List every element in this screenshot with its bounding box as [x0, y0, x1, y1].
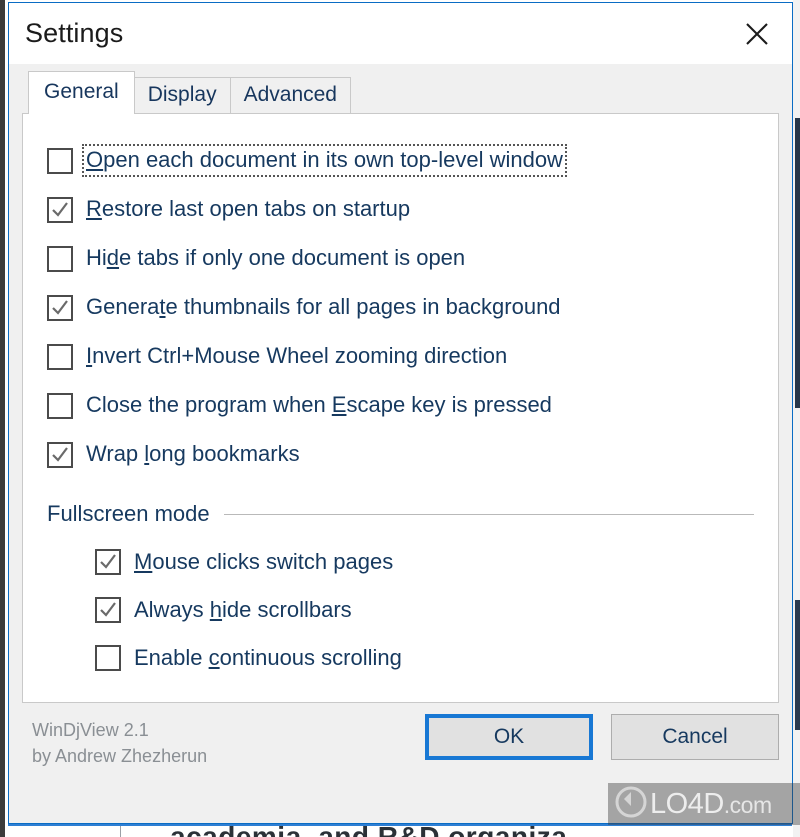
checkbox-checked-icon[interactable]	[47, 294, 73, 321]
tab-display[interactable]: Display	[133, 76, 231, 113]
checkbox-checked-icon[interactable]	[95, 549, 121, 575]
checkbox-label: Hide tabs if only one document is open	[86, 245, 466, 271]
close-icon	[744, 21, 770, 47]
general-options-list: Open each document in its own top-level …	[47, 136, 754, 479]
background-right-accent-upper	[795, 118, 800, 408]
background-left-strip	[0, 0, 5, 837]
background-bottom-text: academia, and R&D organiza	[170, 822, 790, 837]
checkbox-row-open-each-document-in-its-own-top-level-window[interactable]: Open each document in its own top-level …	[47, 136, 754, 185]
checkbox-checked-icon[interactable]	[47, 196, 73, 223]
checkbox-row-always-hide-scrollbars[interactable]: Always hide scrollbars	[47, 586, 754, 634]
window-title: Settings	[25, 18, 124, 48]
checkbox-checked-icon[interactable]	[95, 597, 121, 623]
version-line-1: WinDjView 2.1	[32, 720, 149, 740]
checkbox-label: Restore last open tabs on startup	[86, 196, 411, 222]
checkbox-unchecked-icon[interactable]	[95, 645, 121, 671]
checkbox-label: Generate thumbnails for all pages in bac…	[86, 294, 561, 320]
checkbox-row-hide-tabs-if-only-one-document-is-open[interactable]: Hide tabs if only one document is open	[47, 234, 754, 283]
checkbox-label: Always hide scrollbars	[134, 596, 352, 622]
checkbox-row-enable-continuous-scrolling[interactable]: Enable continuous scrolling	[47, 634, 754, 682]
tab-general[interactable]: General	[28, 70, 135, 114]
checkbox-row-generate-thumbnails-for-all-pages-in-background[interactable]: Generate thumbnails for all pages in bac…	[47, 283, 754, 332]
checkbox-row-restore-last-open-tabs-on-startup[interactable]: Restore last open tabs on startup	[47, 185, 754, 234]
checkbox-unchecked-icon[interactable]	[47, 343, 73, 370]
fullscreen-group-header: Fullscreen mode	[47, 499, 754, 529]
settings-dialog: Settings General Display Advanced Open eac…	[8, 2, 793, 824]
tab-advanced[interactable]: Advanced	[229, 76, 351, 113]
checkbox-checked-icon[interactable]	[47, 441, 73, 468]
checkbox-label: Wrap long bookmarks	[86, 441, 300, 467]
checkbox-row-mouse-clicks-switch-pages[interactable]: Mouse clicks switch pages	[47, 538, 754, 586]
background-bottom-divider	[120, 826, 121, 837]
checkbox-label: Enable continuous scrolling	[134, 644, 402, 670]
version-line-2: by Andrew Zhezherun	[32, 746, 208, 767]
dialog-button-row: OK Cancel	[425, 714, 779, 760]
fullscreen-mode-group: Fullscreen mode Mouse clicks switch page…	[47, 499, 754, 682]
dialog-footer: WinDjView 2.1 by Andrew Zhezherun OK Canc…	[22, 703, 779, 823]
checkbox-row-wrap-long-bookmarks[interactable]: Wrap long bookmarks	[47, 430, 754, 479]
checkbox-label: Mouse clicks switch pages	[134, 548, 394, 574]
checkbox-unchecked-icon[interactable]	[47, 392, 73, 419]
checkbox-label: Close the program when Escape key is pre…	[86, 392, 552, 418]
fullscreen-group-title: Fullscreen mode	[47, 501, 210, 526]
checkbox-unchecked-icon[interactable]	[47, 147, 73, 174]
checkbox-row-close-the-program-when-escape-key-is-pressed[interactable]: Close the program when Escape key is pre…	[47, 381, 754, 430]
fullscreen-options-list: Mouse clicks switch pages Always hide scr…	[47, 529, 754, 682]
checkbox-row-invert-ctrl-mouse-wheel-zooming-direction[interactable]: Invert Ctrl+Mouse Wheel zooming directio…	[47, 332, 754, 381]
checkbox-label: Open each document in its own top-level …	[82, 144, 567, 177]
fullscreen-group-divider	[223, 513, 754, 515]
version-info: WinDjView 2.1 by Andrew Zhezherun	[22, 717, 207, 769]
background-right-accent-lower	[795, 600, 800, 730]
close-button[interactable]	[722, 3, 792, 64]
ok-button[interactable]: OK	[425, 714, 593, 760]
tab-strip: General Display Advanced	[22, 70, 779, 114]
checkbox-label: Invert Ctrl+Mouse Wheel zooming directio…	[86, 343, 508, 369]
checkbox-unchecked-icon[interactable]	[47, 245, 73, 272]
dialog-body: General Display Advanced Open each documen…	[9, 64, 792, 823]
tab-panel-general: Open each document in its own top-level …	[22, 113, 779, 703]
title-bar: Settings	[9, 3, 792, 64]
cancel-button[interactable]: Cancel	[611, 714, 779, 760]
